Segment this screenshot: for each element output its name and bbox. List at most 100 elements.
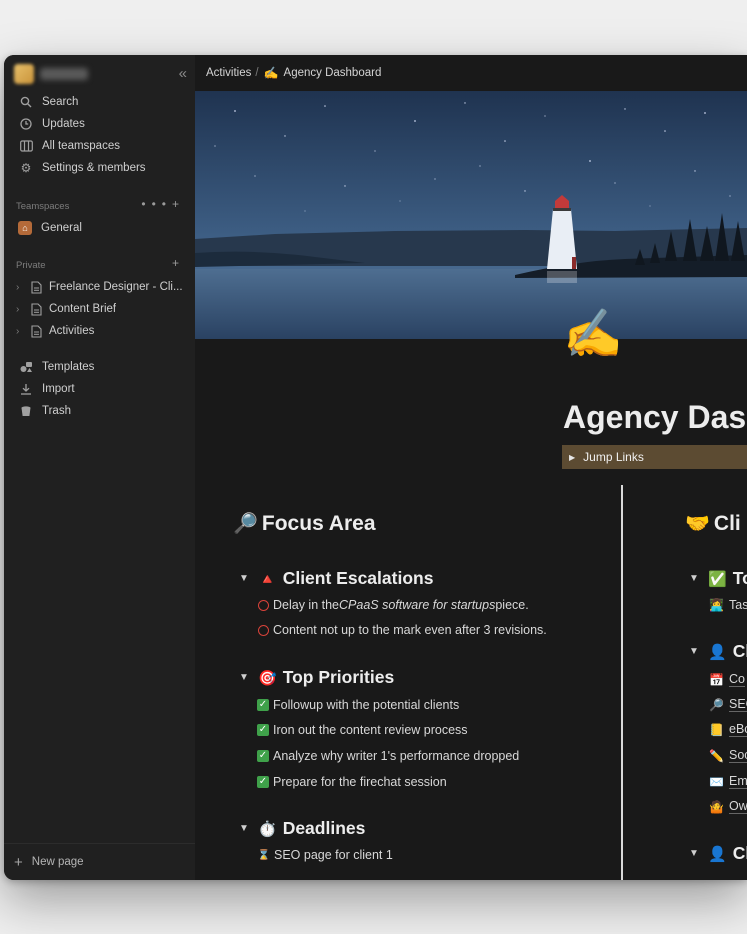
- sidebar-page-activities[interactable]: › Activities: [12, 320, 190, 342]
- list-item[interactable]: 📒 eBo: [709, 722, 747, 737]
- item-link[interactable]: Co: [729, 672, 745, 687]
- check-icon: ✓: [257, 724, 269, 736]
- workspace-avatar: [14, 64, 34, 84]
- new-page-button[interactable]: + New page: [4, 843, 195, 880]
- import-icon: [18, 381, 34, 397]
- breadcrumb-parent[interactable]: Activities: [206, 67, 251, 79]
- worker-icon: 👩‍💻: [709, 598, 724, 612]
- person-icon: 👤: [708, 643, 727, 661]
- client-toggle-1[interactable]: ▼ 👤 Cl: [689, 641, 747, 662]
- item-text: Prepare for the firechat session: [273, 775, 447, 789]
- nav-trash[interactable]: Trash: [12, 400, 187, 422]
- check-icon: ✓: [257, 699, 269, 711]
- workspace-switcher[interactable]: «: [14, 63, 189, 85]
- nav-templates[interactable]: Templates: [12, 356, 187, 378]
- deadlines-toggle[interactable]: ▼ ⏱️ Deadlines: [239, 818, 365, 839]
- toggle-open-icon[interactable]: ▼: [239, 672, 249, 683]
- client-escalations-toggle[interactable]: ▼ 🔺 Client Escalations: [239, 568, 433, 589]
- clock-icon: [18, 116, 34, 132]
- list-item[interactable]: ✉️ Em: [709, 774, 747, 789]
- plus-icon: +: [14, 853, 23, 871]
- client-toggle-2[interactable]: ▼ 👤 Cl: [689, 843, 747, 864]
- toggle-open-icon[interactable]: ▼: [689, 646, 699, 657]
- toggle-title: Cl: [732, 843, 747, 863]
- toggle-open-icon[interactable]: ▼: [689, 573, 699, 584]
- todo-toggle[interactable]: ▼ ✅ To: [689, 568, 747, 589]
- item-text: Iron out the content review process: [273, 723, 468, 737]
- checkmark-icon: ✅: [708, 570, 727, 588]
- gear-icon: ⚙: [20, 161, 32, 175]
- list-item[interactable]: 🔎 SEO: [709, 697, 747, 712]
- person-icon: 👤: [708, 845, 727, 863]
- item-text: SEO page for client 1: [274, 848, 393, 862]
- list-item[interactable]: 📅 Co: [709, 672, 745, 687]
- sidebar-item-general[interactable]: ⌂ General: [12, 217, 190, 239]
- breadcrumb-current[interactable]: Agency Dashboard: [284, 67, 382, 79]
- chevron-right-icon[interactable]: ›: [16, 326, 28, 337]
- red-triangle-icon: 🔺: [258, 570, 277, 588]
- private-section-label: Private: [16, 260, 46, 271]
- item-text: Followup with the potential clients: [273, 698, 460, 712]
- item-text: Analyze why writer 1's performance dropp…: [273, 749, 520, 763]
- sidebar-page-label: Content Brief: [49, 303, 117, 315]
- nav-label: Settings & members: [42, 162, 146, 174]
- heading-text: Cli: [713, 511, 741, 535]
- document-icon: [30, 280, 43, 294]
- red-circle-icon: [258, 599, 269, 611]
- chevron-right-icon[interactable]: ›: [16, 304, 28, 315]
- teamspaces-actions[interactable]: •••+: [141, 197, 185, 211]
- sidebar-page-label: Activities: [49, 325, 95, 337]
- toggle-open-icon[interactable]: ▼: [689, 848, 699, 859]
- heading-text: Focus Area: [261, 511, 376, 535]
- document-icon: [30, 324, 43, 338]
- cover-image[interactable]: [195, 91, 747, 339]
- jump-links-toggle[interactable]: ▶ Jump Links: [562, 445, 747, 469]
- sidebar: « Search Updates All teamspaces ⚙ Settin…: [4, 55, 196, 880]
- list-item: ✓ Iron out the content review process: [257, 723, 468, 737]
- chevron-right-icon[interactable]: ›: [16, 282, 28, 293]
- magnifier-icon: 🔎: [233, 513, 258, 535]
- page-icon[interactable]: ✍️: [563, 305, 623, 365]
- collapse-sidebar-icon[interactable]: «: [179, 66, 187, 82]
- pencil-icon: ✏️: [709, 748, 724, 763]
- toggle-title: To: [732, 568, 747, 588]
- toggle-open-icon[interactable]: ▼: [239, 823, 249, 834]
- app-window: « Search Updates All teamspaces ⚙ Settin…: [4, 55, 747, 880]
- item-link[interactable]: Ow: [729, 799, 747, 814]
- item-link[interactable]: Em: [729, 774, 747, 789]
- calendar-icon: 📅: [709, 672, 724, 687]
- sidebar-page-content-brief[interactable]: › Content Brief: [12, 298, 190, 320]
- page-title[interactable]: Agency Dasl: [563, 399, 747, 436]
- item-link[interactable]: eBo: [729, 722, 747, 737]
- list-item[interactable]: 🤷 Ow: [709, 799, 747, 814]
- trash-icon: [18, 403, 34, 419]
- nav-import[interactable]: Import: [12, 378, 187, 400]
- list-item: Delay in the CPaaS software for startups…: [257, 598, 529, 612]
- nav-label: Trash: [42, 405, 71, 417]
- list-item: ⌛ SEO page for client 1: [257, 848, 393, 862]
- magnifier-icon: 🔎: [709, 697, 724, 712]
- sidebar-page-freelance[interactable]: › Freelance Designer - Cli...: [12, 276, 190, 298]
- add-icon[interactable]: +: [172, 197, 185, 211]
- private-add-icon[interactable]: +: [172, 256, 185, 270]
- nav-updates[interactable]: Updates: [12, 113, 187, 135]
- item-text: Content not up to the mark even after 3 …: [273, 623, 547, 637]
- more-icon[interactable]: •••: [141, 197, 172, 211]
- nav-label: Templates: [42, 361, 95, 373]
- nav-all-teamspaces[interactable]: All teamspaces: [12, 135, 187, 157]
- toggle-open-icon[interactable]: ▼: [239, 573, 249, 584]
- item-text-after: piece.: [495, 598, 529, 612]
- breadcrumb: Activities / ✍️ Agency Dashboard: [195, 55, 747, 91]
- teamspaces-section-label: Teamspaces: [16, 201, 70, 212]
- list-item: Content not up to the mark even after 3 …: [257, 623, 547, 637]
- nav-search[interactable]: Search: [12, 91, 187, 113]
- hourglass-icon: ⌛: [257, 849, 271, 861]
- nav-settings[interactable]: ⚙ Settings & members: [12, 157, 187, 179]
- list-item[interactable]: ✏️ Soc: [709, 748, 747, 763]
- stopwatch-icon: ⏱️: [258, 820, 277, 838]
- item-link[interactable]: Soc: [729, 748, 747, 763]
- item-link[interactable]: SEO: [729, 697, 747, 712]
- item-text-before: Delay in the: [273, 598, 340, 612]
- list-item: 👩‍💻 Tas: [709, 598, 747, 612]
- top-priorities-toggle[interactable]: ▼ 🎯 Top Priorities: [239, 667, 394, 688]
